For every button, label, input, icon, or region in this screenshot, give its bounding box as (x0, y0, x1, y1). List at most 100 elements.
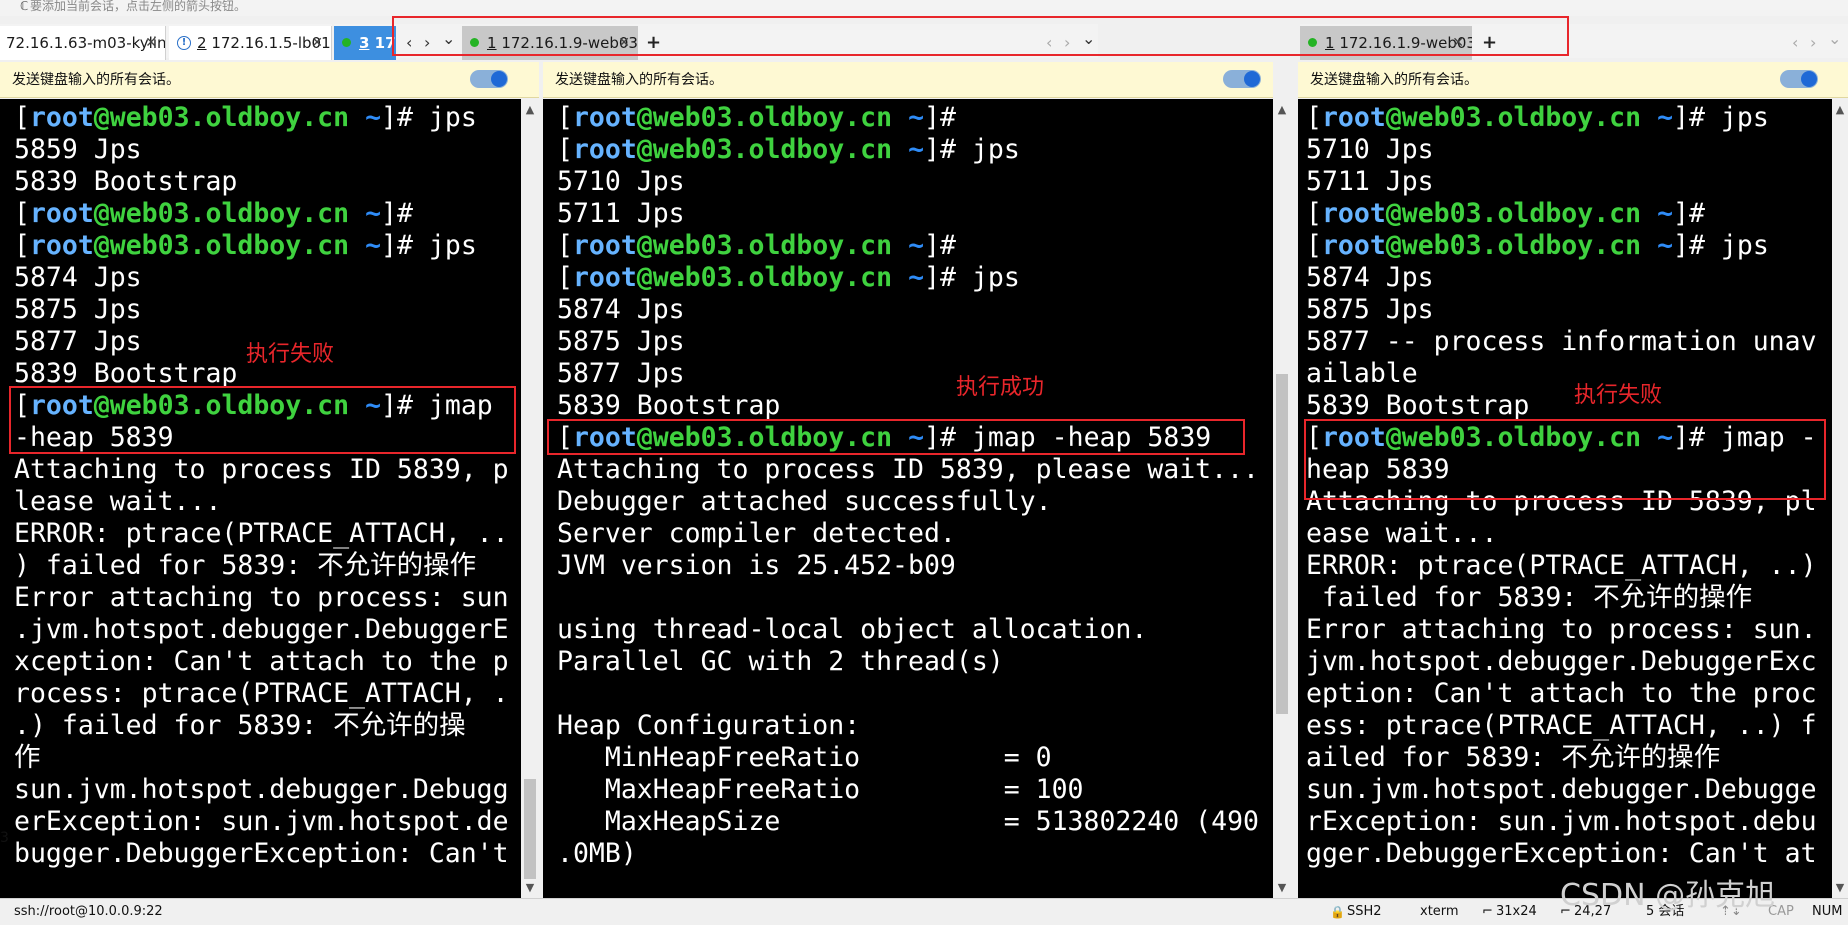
broadcast-bar: 发送键盘输入的所有会话。 (1298, 62, 1848, 98)
output-line: ) failed for 5839: 不允许的操作 (14, 550, 477, 581)
scroll-up-icon[interactable]: ▲ (521, 103, 539, 116)
output-line: 5710 Jps (557, 166, 685, 197)
chevron-down-icon[interactable]: ⌄ (1828, 22, 1841, 56)
connection-string: ssh://root@10.0.0.9:22 (14, 904, 163, 919)
tab-label: 72.16.1.63-m03-kylin (6, 34, 166, 52)
output-line: Heap Configuration: (557, 710, 861, 741)
scrollbar[interactable]: ▲ ▼ (1273, 99, 1291, 898)
prompt-part: root (29, 102, 94, 133)
prompt-part: @ (636, 102, 653, 133)
output-line: 5711 Jps (1306, 166, 1434, 197)
scroll-thumb[interactable] (1276, 374, 1288, 714)
prompt-punct (349, 102, 365, 133)
toolbar-hint: ℂ 要添加当前会话，点击左侧的箭头按钮。 (0, 0, 1848, 16)
num-lock-indicator: NUM (1812, 904, 1843, 919)
tab-number: 3 (359, 34, 370, 52)
broadcast-toggle[interactable] (1780, 70, 1818, 88)
scroll-up-icon[interactable]: ▲ (1832, 103, 1848, 116)
tab-lb01[interactable]: ! 2 172.16.1.5-lb01 ✕ (169, 26, 332, 60)
prompt-punct (892, 262, 908, 293)
size-icon: ⌐ (1482, 904, 1493, 919)
prompt-part: web03.oldboy.cn (1401, 102, 1642, 133)
prompt-part: # (940, 230, 956, 261)
prompt-part: root (29, 230, 94, 261)
output-line: 5874 Jps (1306, 262, 1434, 293)
prompt-punct: ] (1673, 102, 1689, 133)
scroll-thumb[interactable] (524, 779, 536, 879)
output-line: Error attaching to process: sun. (1306, 614, 1817, 645)
scrollbar[interactable]: ▲ ▼ (1832, 99, 1848, 898)
output-line: 5711 Jps (557, 198, 685, 229)
broadcast-bar: 发送键盘输入的所有会话。 (0, 62, 539, 98)
output-line: 5874 Jps (557, 294, 685, 325)
broadcast-toggle[interactable] (470, 70, 508, 88)
output-line: ailable (1306, 358, 1418, 389)
output-line: sun.jvm.hotspot.debugger.Debugge (1306, 774, 1817, 805)
output-line: jvm.hotspot.debugger.DebuggerExc (1306, 646, 1817, 677)
prompt-line: [root@web03.oldboy.cn ~]# jps (14, 230, 521, 262)
prompt-punct: ] (1673, 230, 1689, 261)
prompt-punct (1641, 198, 1657, 229)
prompt-punct: [ (1306, 230, 1322, 261)
terminal-output[interactable]: [root@web03.oldboy.cn ~]# [root@web03.old… (543, 99, 1273, 898)
prompt-punct: [ (14, 198, 30, 229)
prompt-line: [root@web03.oldboy.cn ~]# jps (557, 262, 1273, 294)
output-line: bugger.DebuggerException: Can't (14, 838, 509, 869)
output-line: 5875 Jps (14, 294, 142, 325)
prompt-punct: [ (557, 102, 573, 133)
broadcast-toggle[interactable] (1223, 70, 1261, 88)
scroll-up-icon[interactable]: ▲ (1273, 103, 1291, 116)
tab-kylin[interactable]: 72.16.1.63-m03-kylin ✕ (0, 26, 166, 60)
scroll-down-icon[interactable]: ▼ (521, 881, 539, 894)
jmap-command-highlight-left (9, 386, 516, 454)
close-icon[interactable]: ✕ (145, 26, 157, 60)
prompt-punct: [ (14, 230, 30, 261)
close-icon[interactable]: ✕ (311, 26, 323, 60)
tab-active-172[interactable]: 3 172. (334, 26, 396, 60)
chevron-left-icon[interactable]: ‹ (1792, 26, 1798, 60)
prompt-punct: ] (381, 102, 397, 133)
warning-icon: ! (177, 35, 191, 50)
output-line: Parallel GC with 2 thread(s) (557, 646, 1004, 677)
edge-mark: 3 (0, 830, 9, 846)
prompt-part: ~ (908, 102, 925, 133)
prompt-punct: [ (557, 134, 573, 165)
prompt-punct: [ (1306, 198, 1322, 229)
output-line: 5877 -- process information unav (1306, 326, 1817, 357)
prompt-part: ~ (1657, 102, 1674, 133)
prompt-part: root (1321, 102, 1386, 133)
scrollbar[interactable]: ▲ ▼ (521, 99, 539, 898)
scroll-down-icon[interactable]: ▼ (1832, 881, 1848, 894)
output-line: 5859 Jps (14, 134, 142, 165)
tab-number: 2 (197, 34, 207, 52)
prompt-part: web03.oldboy.cn (1401, 198, 1642, 229)
prompt-part: # (397, 198, 413, 229)
prompt-line: [root@web03.oldboy.cn ~]# jps (1306, 102, 1832, 134)
broadcast-label: 发送键盘输入的所有会话。 (12, 72, 180, 88)
prompt-part: @ (93, 198, 110, 229)
prompt-punct: [ (1306, 102, 1322, 133)
prompt-punct (892, 134, 908, 165)
scroll-down-icon[interactable]: ▼ (1273, 881, 1291, 894)
prompt-part: ~ (365, 198, 382, 229)
output-line: Attaching to process ID 5839, p (14, 454, 509, 485)
terminal-pane-left: 发送键盘输入的所有会话。 [root@web03.oldboy.cn ~]# j… (0, 62, 539, 898)
prompt-part: @ (636, 230, 653, 261)
prompt-part: ~ (908, 134, 925, 165)
prompt-punct: ] (924, 102, 940, 133)
output-line: sun.jvm.hotspot.debugger.Debugg (14, 774, 509, 805)
tabs-highlight-box (392, 16, 1569, 56)
output-line: MinHeapFreeRatio = 0 (557, 742, 1052, 773)
jmap-command-highlight-middle (547, 419, 1245, 455)
prompt-line: [root@web03.oldboy.cn ~]# (14, 198, 521, 230)
terminal-output[interactable]: [root@web03.oldboy.cn ~]# jps 5859 Jps 583… (0, 99, 521, 898)
prompt-part: @ (636, 262, 653, 293)
prompt-part: ~ (365, 102, 382, 133)
chevron-right-icon[interactable]: › (1810, 26, 1816, 60)
prompt-punct (1641, 230, 1657, 261)
prompt-line: [root@web03.oldboy.cn ~]# (1306, 198, 1832, 230)
output-line: using thread-local object allocation. (557, 614, 1148, 645)
prompt-part: root (572, 262, 637, 293)
